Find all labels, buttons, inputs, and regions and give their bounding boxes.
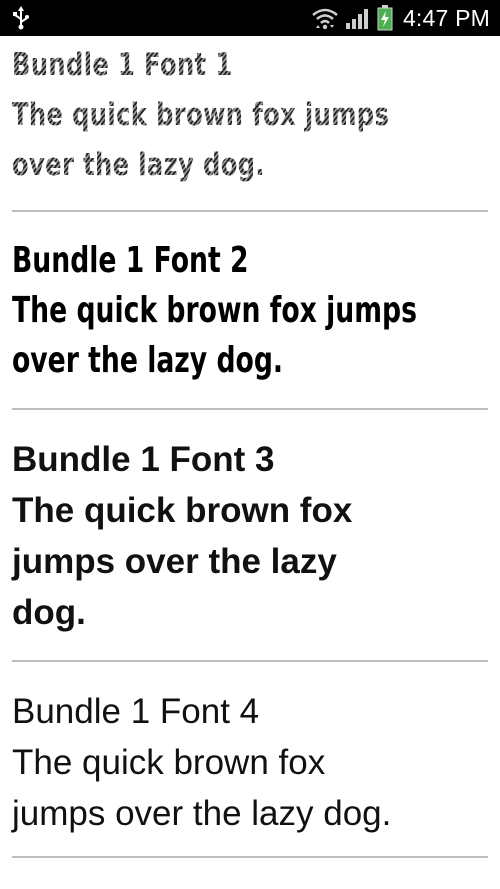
status-bar: 4:47 PM — [0, 0, 500, 36]
font-item-1[interactable]: Bundle 1 Font 1 The quick brown fox jump… — [12, 40, 480, 190]
font-name: Bundle 1 Font 3 — [12, 440, 275, 479]
sample-text-line: over the lazy dog. — [12, 147, 266, 183]
font-name: Bundle 1 Font 2 — [12, 240, 249, 281]
font-list[interactable]: Bundle 1 Font 1 The quick brown fox jump… — [0, 36, 500, 889]
divider — [12, 856, 488, 858]
divider — [12, 408, 488, 410]
font-item-4[interactable]: Bundle 1 Font 4 The quick brown fox jump… — [12, 686, 488, 839]
divider — [12, 210, 488, 212]
battery-charging-icon — [377, 5, 393, 31]
status-time: 4:47 PM — [402, 4, 490, 31]
sample-text-line: dog. — [12, 593, 86, 632]
sample-text-line: The quick brown fox — [12, 743, 326, 782]
sample-text-line: The quick brown fox — [12, 491, 353, 530]
sample-text-line: The quick brown fox jumps — [12, 290, 417, 331]
sample-text-line: The quick brown fox jumps — [12, 97, 390, 133]
divider — [12, 660, 488, 662]
font-item-3[interactable]: Bundle 1 Font 3 The quick brown fox jump… — [12, 434, 488, 638]
wifi-icon — [311, 6, 339, 30]
status-icons: 4:47 PM — [311, 0, 490, 36]
font-name: Bundle 1 Font 4 — [12, 692, 260, 731]
sample-text-line: over the lazy dog. — [12, 340, 284, 381]
font-item-2[interactable]: Bundle 1 Font 2 The quick brown fox jump… — [12, 236, 486, 386]
font-name: Bundle 1 Font 1 — [12, 47, 233, 83]
sample-text-line: jumps over the lazy — [12, 542, 337, 581]
sample-text-line: jumps over the lazy dog. — [12, 794, 392, 833]
usb-icon — [12, 6, 30, 30]
signal-icon — [345, 6, 371, 30]
